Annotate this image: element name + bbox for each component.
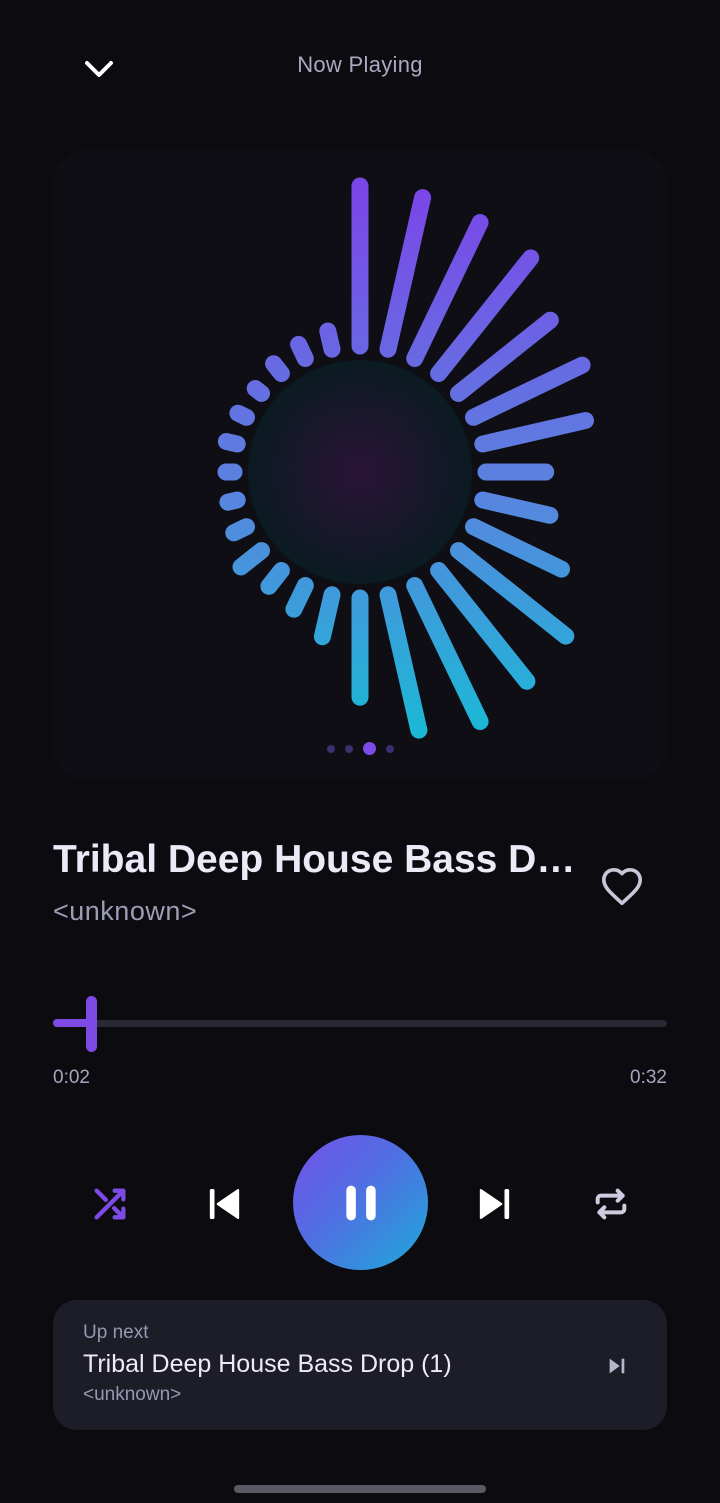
visualizer-bar (379, 189, 432, 358)
up-next-label: Up next (83, 1322, 149, 1343)
total-time: 0:32 (630, 1067, 667, 1088)
visualizer-bar (229, 404, 255, 426)
visualizer-bar (232, 542, 270, 576)
up-next-title: Tribal Deep House Bass Drop (1) (83, 1350, 452, 1378)
audio-visualizer (217, 177, 594, 739)
visualizer-bar (474, 491, 559, 524)
visualizer-bar (225, 518, 255, 542)
previous-button[interactable] (196, 1176, 252, 1232)
visualizer-bar (313, 586, 341, 646)
track-title: Tribal Deep House Bass Drop (53, 838, 583, 881)
visualizer-bar (217, 433, 246, 453)
seek-track (53, 1020, 667, 1027)
seek-bar[interactable] (53, 996, 667, 1052)
page-dot[interactable] (385, 744, 394, 753)
favorite-button[interactable] (596, 860, 648, 912)
skip-next-small-icon (609, 1358, 625, 1374)
page-dot[interactable] (326, 744, 335, 753)
visualizer-bar (260, 562, 290, 595)
shuffle-icon (94, 1188, 126, 1220)
up-next-card[interactable]: Up next Tribal Deep House Bass Drop (1) … (53, 1300, 667, 1430)
visualizer-core (248, 360, 472, 584)
track-artist: <unknown> (53, 896, 198, 926)
seek-thumb[interactable] (86, 996, 97, 1052)
shuffle-button[interactable] (82, 1176, 138, 1232)
visualizer-bar (319, 322, 341, 358)
visualizer-bar (265, 355, 290, 382)
repeat-icon (595, 1188, 627, 1220)
visualizer-bar (474, 412, 594, 453)
repeat-button[interactable] (583, 1176, 639, 1232)
visualizer-bar (379, 586, 428, 739)
page-indicator[interactable] (0, 742, 720, 755)
up-next-artist: <unknown> (83, 1384, 182, 1405)
play-pause-button[interactable] (293, 1135, 428, 1270)
visualizer-bar (285, 577, 314, 618)
visualizer-bar (246, 380, 270, 402)
next-button[interactable] (467, 1176, 523, 1232)
heart-outline-icon (601, 868, 642, 906)
elapsed-time: 0:02 (53, 1067, 90, 1088)
skip-next-icon (479, 1189, 510, 1219)
up-next-skip-button[interactable] (599, 1348, 635, 1384)
visualizer-bar (219, 491, 246, 511)
page-dot[interactable] (344, 744, 353, 753)
page-dot[interactable] (362, 742, 376, 755)
visualizer-bar (290, 335, 314, 367)
home-indicator[interactable] (234, 1485, 486, 1493)
skip-previous-icon (209, 1189, 240, 1219)
pause-icon (345, 1185, 376, 1220)
